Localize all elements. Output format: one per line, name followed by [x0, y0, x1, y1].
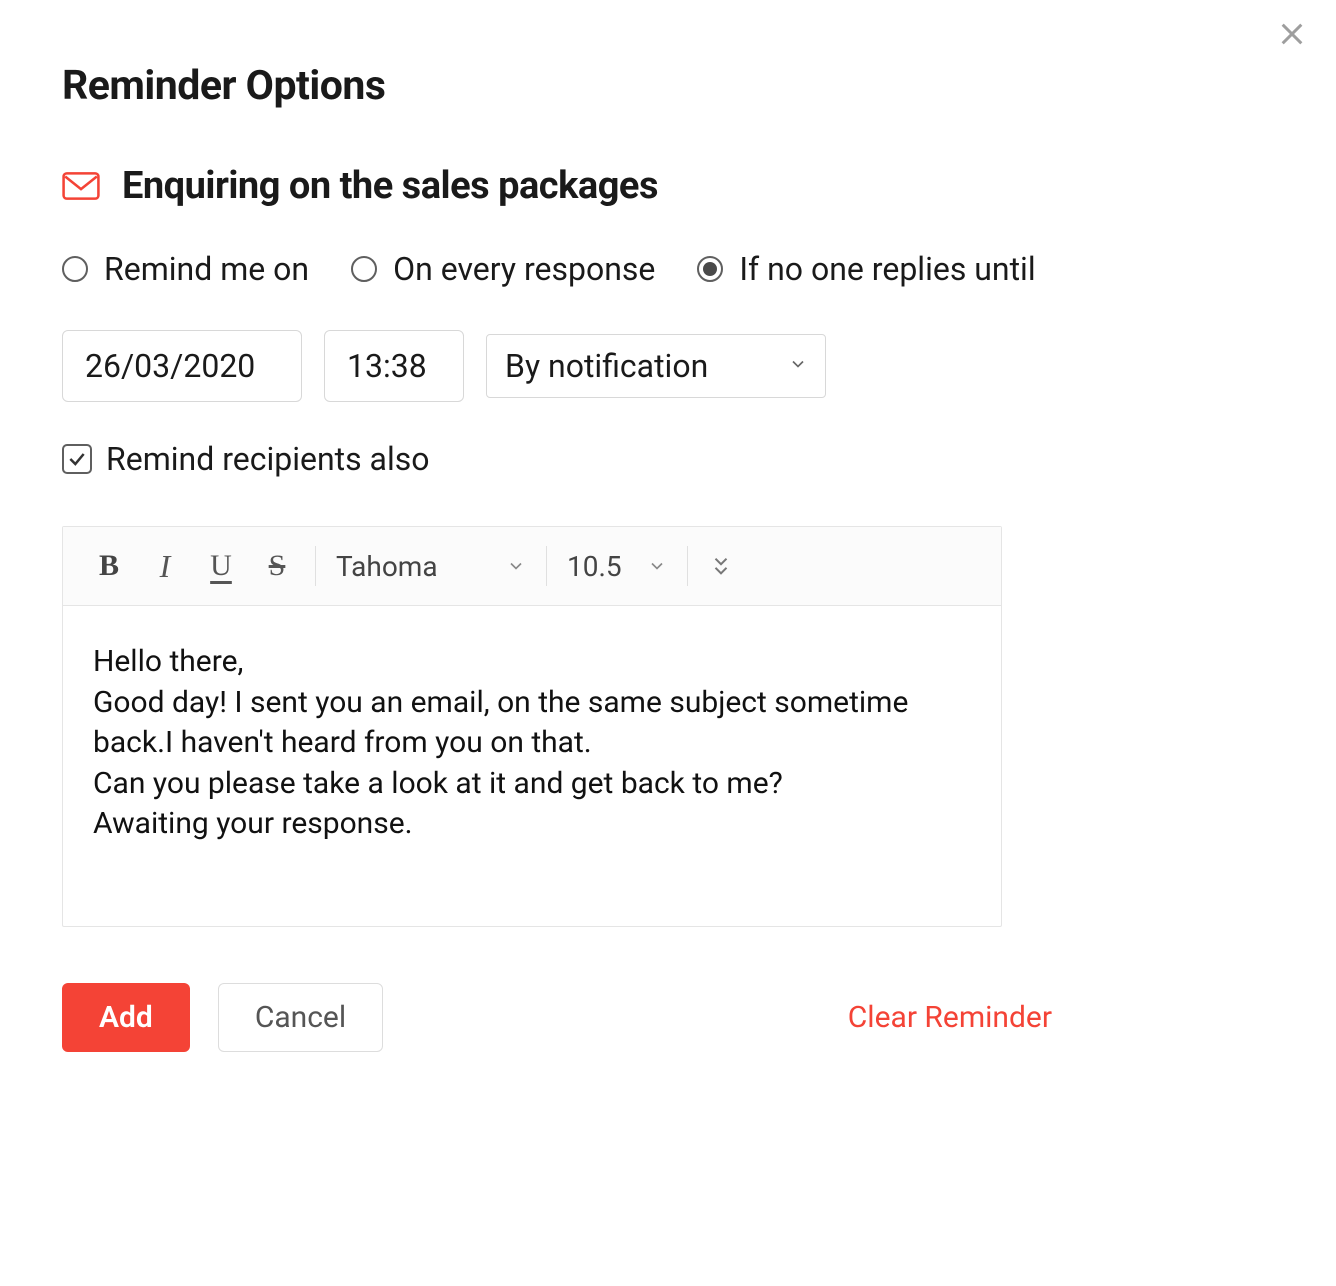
checkbox-icon	[62, 444, 92, 474]
radio-label: If no one replies until	[739, 250, 1035, 288]
underline-button[interactable]: U	[193, 541, 249, 591]
radio-label: Remind me on	[104, 250, 309, 288]
chevron-down-icon	[647, 550, 667, 583]
add-button[interactable]: Add	[62, 983, 190, 1052]
reminder-options-modal: Reminder Options Enquiring on the sales …	[62, 62, 1274, 1052]
radio-icon	[62, 256, 88, 282]
subject-row: Enquiring on the sales packages	[62, 164, 1274, 208]
italic-button[interactable]: I	[137, 541, 193, 591]
time-input[interactable]	[324, 330, 464, 402]
toolbar-separator	[315, 546, 316, 586]
close-button[interactable]	[1272, 14, 1312, 54]
subject-text: Enquiring on the sales packages	[122, 164, 658, 208]
envelope-icon	[62, 171, 100, 201]
radio-label: On every response	[393, 250, 655, 288]
toolbar-separator	[687, 546, 688, 586]
message-body[interactable]: Hello there, Good day! I sent you an ema…	[63, 606, 1001, 926]
modal-title: Reminder Options	[62, 62, 1274, 110]
radio-icon	[351, 256, 377, 282]
more-formatting-button[interactable]	[710, 553, 732, 579]
clear-reminder-link[interactable]: Clear Reminder	[848, 1000, 1052, 1035]
cancel-button[interactable]: Cancel	[218, 983, 383, 1052]
radio-if-no-one-replies[interactable]: If no one replies until	[697, 250, 1035, 288]
double-chevron-down-icon	[710, 553, 732, 579]
remind-recipients-checkbox[interactable]: Remind recipients also	[62, 440, 1274, 478]
date-input[interactable]	[62, 330, 302, 402]
chevron-down-icon	[506, 550, 526, 583]
radio-on-every-response[interactable]: On every response	[351, 250, 655, 288]
radio-icon	[697, 256, 723, 282]
editor-toolbar: B I U S Tahoma 10.5	[63, 527, 1001, 606]
toolbar-separator	[546, 546, 547, 586]
checkbox-label: Remind recipients also	[106, 440, 430, 478]
close-icon	[1276, 18, 1308, 50]
font-family-value: Tahoma	[336, 550, 438, 583]
notification-method-value[interactable]	[486, 334, 826, 398]
bold-button[interactable]: B	[81, 541, 137, 591]
font-size-value: 10.5	[567, 550, 622, 583]
schedule-inputs-row	[62, 330, 1274, 402]
font-size-select[interactable]: 10.5	[557, 550, 677, 583]
modal-footer: Add Cancel Clear Reminder	[62, 983, 1052, 1052]
notification-method-select[interactable]	[486, 334, 826, 398]
reminder-type-radio-group: Remind me on On every response If no one…	[62, 250, 1274, 288]
message-editor: B I U S Tahoma 10.5	[62, 526, 1002, 927]
radio-remind-me-on[interactable]: Remind me on	[62, 250, 309, 288]
font-family-select[interactable]: Tahoma	[326, 550, 536, 583]
strikethrough-button[interactable]: S	[249, 541, 305, 591]
